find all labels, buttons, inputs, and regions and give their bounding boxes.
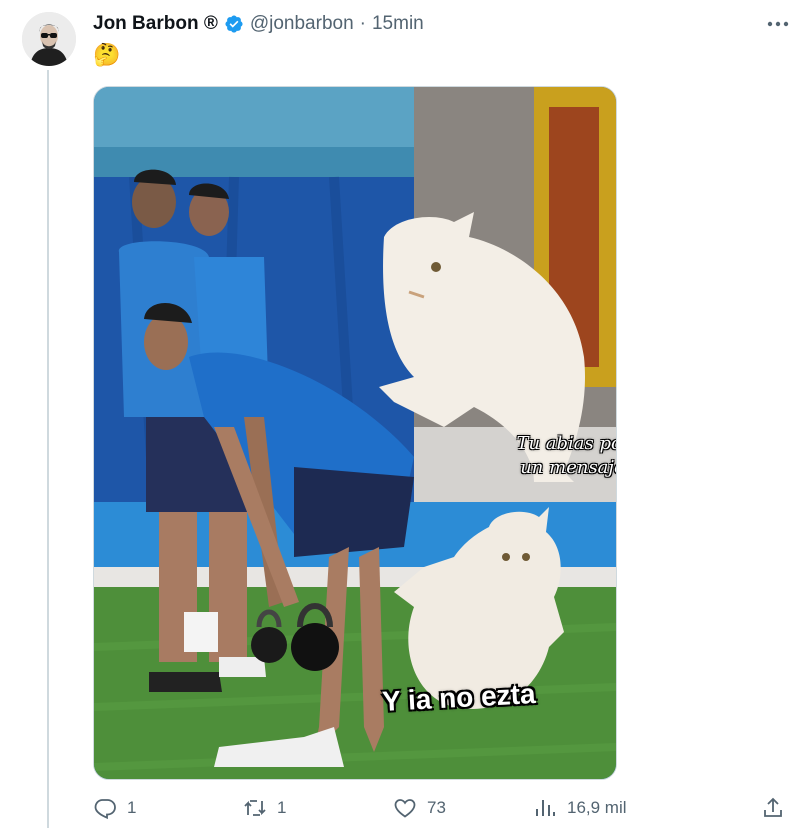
action-bar: 1 1 73 16,9 mil <box>93 796 793 824</box>
views-count: 16,9 mil <box>567 798 627 817</box>
author-name[interactable]: Jon Barbon ® <box>93 13 218 35</box>
avatar[interactable] <box>22 12 76 66</box>
tweet-media[interactable]: Tu abias ponido un mensaje aki <box>93 86 617 780</box>
tweet-text: 🤔 <box>93 42 121 67</box>
avatar-image <box>22 12 76 66</box>
thread-line <box>47 70 49 828</box>
share-button[interactable] <box>761 796 785 820</box>
share-icon <box>764 797 782 817</box>
reply-button[interactable]: 1 <box>93 796 136 820</box>
more-icon[interactable] <box>766 12 790 36</box>
author-handle[interactable]: @jonbarbon <box>250 13 354 35</box>
verified-icon <box>224 14 244 34</box>
meme-caption-top: Tu abias ponido un mensaje aki <box>516 433 616 478</box>
like-button[interactable]: 73 <box>393 796 446 820</box>
retweet-count: 1 <box>277 798 287 817</box>
views-button[interactable]: 16,9 mil <box>533 796 627 820</box>
tweet-time[interactable]: 15min <box>372 13 424 35</box>
reply-count: 1 <box>127 798 137 817</box>
retweet-button[interactable]: 1 <box>243 796 286 820</box>
reply-icon <box>94 799 116 820</box>
views-icon <box>536 800 555 816</box>
like-icon <box>394 799 416 818</box>
like-count: 73 <box>427 798 446 817</box>
retweet-icon <box>244 800 266 816</box>
header-separator: · <box>359 13 366 34</box>
tweet-header: Jon Barbon ® @jonbarbon · 15min <box>93 12 424 36</box>
